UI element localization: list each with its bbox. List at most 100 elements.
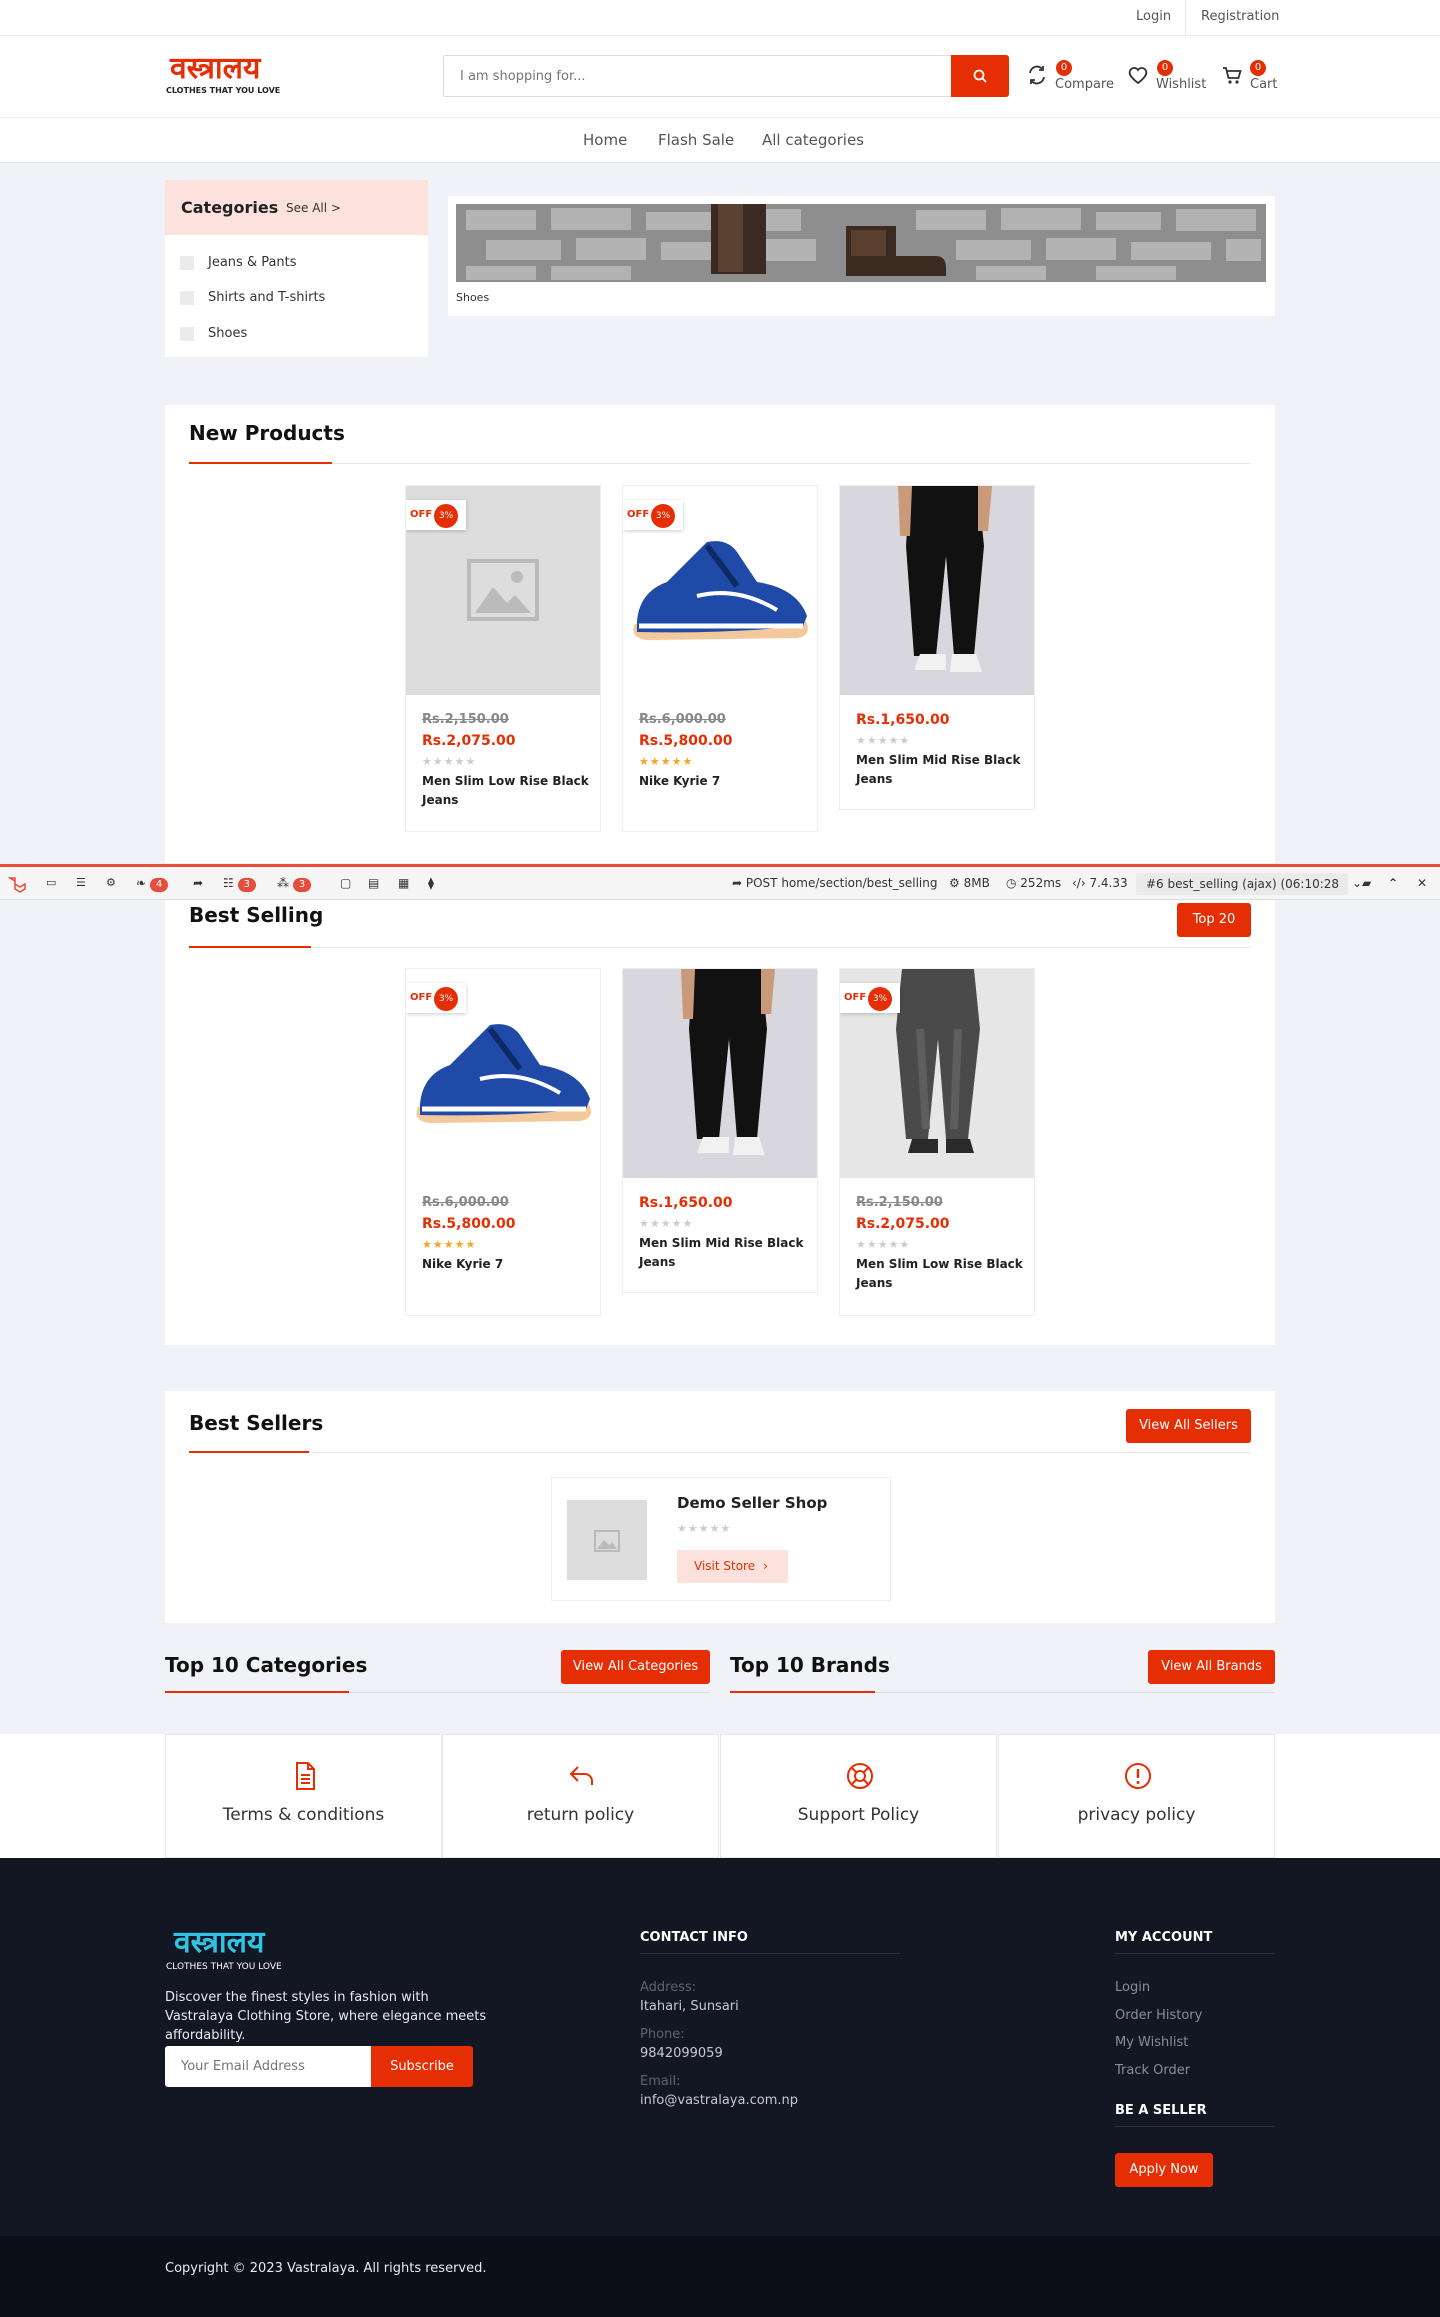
support-policy-link[interactable]: Support Policy [720,1734,997,1858]
seller-card[interactable]: Demo Seller Shop ★★★★★ Visit Store › [551,1477,891,1601]
privacy-policy-link[interactable]: privacy policy [998,1734,1275,1858]
product-image: OFF 3% [623,486,817,695]
memory-info: ⚙ 8MB [949,876,990,890]
divider [1115,2126,1275,2127]
heart-icon [1128,67,1148,85]
chevron-up-icon[interactable]: ⌃ [1388,876,1398,890]
price: Rs.2,075.00 [856,1216,950,1232]
cart-icon [1223,67,1242,84]
phone-label: Phone: [640,2027,685,2042]
subscribe-button[interactable]: Subscribe [371,2046,473,2087]
request-info: ➦ POST home/section/best_selling [732,876,938,890]
request-select[interactable]: #6 best_selling (ajax) (06:10:28 [1136,873,1348,895]
top-20-button[interactable]: Top 20 [1177,903,1251,937]
title-underline [189,462,332,464]
product-name[interactable]: Men Slim Low Rise Black Jeans [422,772,592,810]
models-tab[interactable]: ⁂ 3 [277,876,312,892]
lifebuoy-icon [847,1763,873,1789]
category-label: Shirts and T-shirts [208,290,326,305]
queries-tab[interactable]: ☷ 3 [223,876,256,892]
top-bar: Login Registration [0,0,1440,36]
discount-label: OFF [410,509,433,520]
old-price: Rs.6,000.00 [422,1195,509,1210]
address-label: Address: [640,1980,697,1995]
divider [640,1953,900,1954]
order-history-link[interactable]: Order History [1115,2008,1202,2023]
product-card[interactable]: OFF 3% Rs.2,150.00 Rs.2,075.00 ★★★★★ Men … [405,485,601,832]
divider [189,947,1251,948]
cart-count: 0 [1250,60,1266,76]
divider [1185,0,1186,36]
visit-store-button[interactable]: Visit Store › [677,1550,788,1583]
product-name[interactable]: Nike Kyrie 7 [639,772,809,791]
route-icon[interactable]: ➦ [193,876,203,890]
track-order-link[interactable]: Track Order [1115,2063,1190,2078]
black-jeans-image [681,969,775,1155]
product-name[interactable]: Nike Kyrie 7 [422,1255,592,1274]
best-sellers-section: Best Sellers View All Sellers Demo Selle… [165,1391,1275,1623]
search-button[interactable] [951,55,1009,97]
request-tag-icon[interactable]: ⧫ [428,876,434,890]
folder-icon[interactable]: ▰ [1362,876,1371,890]
login-link[interactable]: Login [1136,9,1171,24]
rating-stars: ★★★★★ [639,755,694,768]
seller-name[interactable]: Demo Seller Shop [677,1494,827,1512]
terms-policy-link[interactable]: Terms & conditions [165,1734,442,1858]
product-name[interactable]: Men Slim Low Rise Black Jeans [856,1255,1026,1293]
product-name[interactable]: Men Slim Mid Rise Black Jeans [856,751,1026,789]
footer-logo[interactable]: वस्त्रालय CLOTHES THAT YOU LOVE [166,1926,316,1976]
email-label: Email: [640,2074,681,2089]
debug-bar: ▭ ☰ ⚙ ❧ 4 ➦ ☷ 3 ⁂ 3 ▢ ▤ ▦ ⧫ ➦ POST home/… [0,864,1440,900]
cart-label: Cart [1250,77,1278,92]
footer-login-link[interactable]: Login [1115,1980,1150,1995]
gate-icon[interactable]: ▤ [368,876,379,890]
apply-now-button[interactable]: Apply Now [1115,2153,1213,2187]
close-icon[interactable]: ✕ [1417,876,1427,890]
sneaker-image [633,541,808,640]
registration-link[interactable]: Registration [1201,9,1279,24]
laravel-logo-icon[interactable] [8,875,26,893]
newsletter-email-input[interactable] [165,2046,371,2087]
product-card[interactable]: Rs.1,650.00 ★★★★★ Men Slim Mid Rise Blac… [622,968,818,1293]
compare-button[interactable]: 0 Compare [1026,60,1114,100]
nav-flash-sale[interactable]: Flash Sale [658,131,734,149]
my-wishlist-link[interactable]: My Wishlist [1115,2035,1188,2050]
document-icon [296,1762,315,1790]
timeline-icon[interactable]: ☰ [76,876,86,889]
exceptions-icon[interactable]: ⚙ [106,876,116,889]
category-item[interactable]: Shirts and T-shirts [180,287,420,309]
wishlist-button[interactable]: 0 Wishlist [1127,60,1207,100]
cart-button[interactable]: 0 Cart [1222,60,1282,100]
chevron-down-icon: ⌄ [1352,876,1363,890]
category-item[interactable]: Shoes [180,323,420,345]
category-item[interactable]: Jeans & Pants [180,252,420,274]
logo[interactable]: वस्त्रालय CLOTHES THAT YOU LOVE [166,52,296,98]
return-policy-link[interactable]: return policy [442,1734,719,1858]
wishlist-label: Wishlist [1156,77,1207,92]
product-name[interactable]: Men Slim Mid Rise Black Jeans [639,1234,809,1272]
old-price: Rs.2,150.00 [422,712,509,727]
rating-stars: ★★★★★ [856,1238,911,1251]
address-value: Itahari, Sunsari [640,1999,739,2014]
price: Rs.1,650.00 [856,712,950,728]
nav-all-categories[interactable]: All categories [762,131,864,149]
search-box [443,55,952,97]
view-all-categories-button[interactable]: View All Categories [561,1650,710,1684]
session-icon[interactable]: ▦ [398,876,409,890]
product-card[interactable]: OFF 3% Rs.6,000.00 Rs.5,800.00 ★★★★★ Nike… [405,968,601,1316]
messages-icon[interactable]: ▭ [46,876,56,889]
product-card[interactable]: Rs.1,650.00 ★★★★★ Men Slim Mid Rise Blac… [839,485,1035,810]
product-card[interactable]: OFF 3% Rs.2,150.00 Rs.2,075.00 ★★★★★ Men … [839,968,1035,1316]
nav-home[interactable]: Home [583,131,627,149]
views-tab[interactable]: ❧ 4 [136,876,169,892]
view-all-brands-button[interactable]: View All Brands [1148,1650,1275,1684]
mail-icon[interactable]: ▢ [340,876,351,890]
product-card[interactable]: OFF 3% Rs.6,000.00 Rs.5,800.00 ★★★★★ Nike… [622,485,818,832]
search-input[interactable] [444,56,951,96]
category-thumb [180,291,194,305]
rating-stars: ★★★★★ [856,734,911,747]
header: वस्त्रालय CLOTHES THAT YOU LOVE 0 Compar… [0,36,1440,118]
view-all-sellers-button[interactable]: View All Sellers [1126,1409,1251,1443]
banner-card[interactable]: Shoes [448,196,1275,316]
categories-see-all[interactable]: See All > [286,201,341,215]
